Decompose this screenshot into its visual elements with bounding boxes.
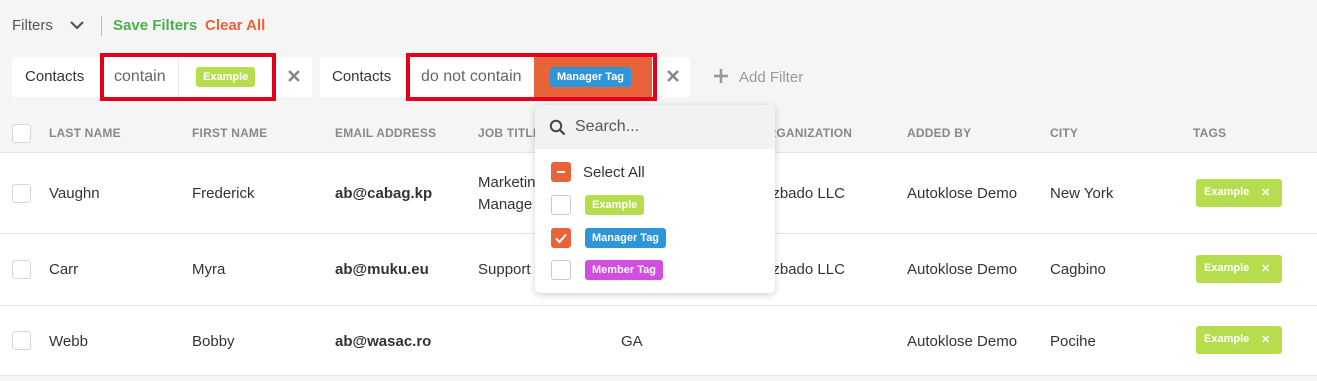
remove-tag-icon[interactable]: ✕ <box>1261 333 1270 346</box>
option-tag: Member Tag <box>585 260 663 280</box>
select-all-rows-checkbox[interactable] <box>12 124 31 143</box>
cell-organization: ezbado LLC <box>764 185 845 202</box>
row-checkbox[interactable] <box>12 260 31 279</box>
cell-first-name: Frederick <box>192 185 255 202</box>
cell-job-title-line2: Manage <box>478 196 533 213</box>
row-checkbox[interactable] <box>12 184 31 203</box>
filter-value-tag[interactable]: Manager Tag <box>550 67 632 87</box>
dropdown-option-member-tag[interactable]: Member Tag <box>551 258 761 282</box>
cell-email: ab@muku.eu <box>335 261 429 278</box>
option-checkbox[interactable] <box>551 228 571 248</box>
filters-toolbar: Filters Save Filters Clear All <box>0 0 1317 52</box>
minus-icon <box>557 171 565 173</box>
cell-job-title: Marketin <box>478 174 536 191</box>
remove-filter-icon[interactable] <box>666 69 680 83</box>
dropdown-option-example[interactable]: Example <box>551 193 761 217</box>
row-tag-label: Example <box>1204 333 1250 345</box>
column-header-email[interactable]: EMAIL ADDRESS <box>335 126 436 140</box>
cell-job-title: Support <box>478 261 531 278</box>
filter-operator-select[interactable]: do not contain <box>421 57 522 97</box>
cell-first-name: Myra <box>192 261 226 278</box>
checkmark-icon <box>555 233 567 244</box>
option-checkbox[interactable] <box>551 195 571 215</box>
cell-added-by: Autoklose Demo <box>907 185 1018 202</box>
cell-first-name: Bobby <box>192 333 235 350</box>
clear-all-button[interactable]: Clear All <box>205 17 265 34</box>
option-tag: Example <box>585 195 645 215</box>
column-header-city[interactable]: CITY <box>1050 126 1078 140</box>
cell-city: Cagbino <box>1050 261 1106 278</box>
row-tag: Example ✕ <box>1196 179 1282 207</box>
column-header-tags[interactable]: TAGS <box>1193 126 1226 140</box>
chip-divider <box>178 57 179 97</box>
cell-last-name: Vaughn <box>49 185 100 202</box>
dropdown-search <box>535 105 775 149</box>
remove-tag-icon[interactable]: ✕ <box>1261 262 1270 275</box>
search-icon <box>549 119 566 136</box>
row-tag-label: Example <box>1204 262 1250 274</box>
cell-last-name: Carr <box>49 261 79 278</box>
add-filter-label: Add Filter <box>739 69 804 86</box>
option-checkbox[interactable] <box>551 260 571 280</box>
cell-email: ab@wasac.ro <box>335 333 432 350</box>
dropdown-search-input[interactable] <box>575 115 765 139</box>
column-header-job-title[interactable]: JOB TITLE <box>478 126 541 140</box>
filter-field-select[interactable]: Contacts <box>332 57 391 97</box>
cell-last-name: Webb <box>49 333 88 350</box>
cell-added-by: Autoklose Demo <box>907 333 1018 350</box>
column-header-added-by[interactable]: ADDED BY <box>907 126 971 140</box>
dropdown-option-manager-tag[interactable]: Manager Tag <box>551 226 761 250</box>
chevron-down-icon[interactable] <box>69 19 85 31</box>
row-checkbox[interactable] <box>12 331 31 350</box>
filter-operator-select[interactable]: contain <box>114 57 166 97</box>
select-all-label: Select All <box>583 164 645 181</box>
filters-label[interactable]: Filters <box>12 17 53 34</box>
select-all-checkbox[interactable] <box>551 162 571 182</box>
cell-organization: ezbado LLC <box>764 261 845 278</box>
cell-city: Pocihe <box>1050 333 1096 350</box>
column-header-last-name[interactable]: LAST NAME <box>49 126 121 140</box>
cell-email: ab@cabag.kp <box>335 185 433 202</box>
plus-icon <box>714 69 728 83</box>
save-filters-button[interactable]: Save Filters <box>113 17 197 34</box>
filter-field-select[interactable]: Contacts <box>25 57 84 97</box>
filter-value-tag[interactable]: Example <box>196 67 256 87</box>
column-header-first-name[interactable]: FIRST NAME <box>192 126 267 140</box>
option-tag: Manager Tag <box>585 228 667 248</box>
table-row[interactable]: Webb Bobby ab@wasac.ro GA Autoklose Demo… <box>0 306 1317 376</box>
tag-select-dropdown: Select All Example Manager Tag Member Ta… <box>535 105 775 293</box>
cell-state: GA <box>621 333 643 350</box>
remove-filter-icon[interactable] <box>287 69 301 83</box>
cell-city: New York <box>1050 185 1114 202</box>
row-tag-label: Example <box>1204 186 1250 198</box>
select-all-option[interactable]: Select All <box>551 160 761 184</box>
cell-added-by: Autoklose Demo <box>907 261 1018 278</box>
toolbar-divider <box>101 16 102 36</box>
remove-tag-icon[interactable]: ✕ <box>1261 186 1270 199</box>
row-tag: Example ✕ <box>1196 326 1282 354</box>
row-tag: Example ✕ <box>1196 255 1282 283</box>
add-filter-button[interactable]: Add Filter <box>713 68 803 86</box>
